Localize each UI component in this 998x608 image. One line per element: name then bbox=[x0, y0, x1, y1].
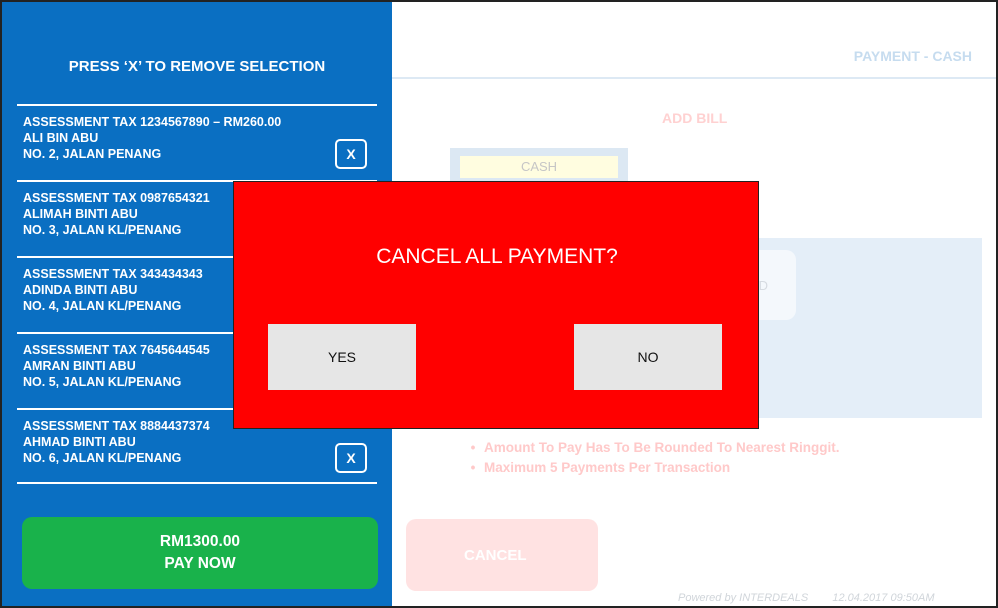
bill-address: NO. 6, JALAN KL/PENANG bbox=[23, 451, 182, 465]
page-title: PAYMENT - CASH bbox=[853, 48, 972, 64]
cancel-confirm-dialog: CANCEL ALL PAYMENT? YES NO bbox=[233, 181, 759, 429]
sidebar-title: PRESS ‘X’ TO REMOVE SELECTION bbox=[68, 58, 326, 75]
total-amount: RM1300.00 bbox=[159, 533, 241, 550]
yes-button[interactable]: YES bbox=[268, 324, 416, 390]
remove-bill-button[interactable]: X bbox=[335, 443, 367, 473]
pay-now-button[interactable]: RM1300.00 PAY NOW bbox=[22, 517, 378, 589]
bill-tax-line: ASSESSMENT TAX 1234567890 – RM260.00 bbox=[23, 115, 282, 129]
cancel-button[interactable]: CANCEL bbox=[406, 519, 598, 591]
cash-option[interactable]: CASH bbox=[460, 156, 618, 178]
bill-address: NO. 2, JALAN PENANG bbox=[23, 147, 162, 161]
app-frame: PRESS ‘X’ TO REMOVE SELECTION ASSESSMENT… bbox=[0, 0, 998, 608]
bill-owner-name: ALI BIN ABU bbox=[23, 131, 99, 145]
payment-notes: Amount To Pay Has To Be Rounded To Neare… bbox=[462, 438, 840, 478]
no-button[interactable]: NO bbox=[574, 324, 722, 390]
powered-by-text: Powered by INTERDEALS bbox=[678, 592, 809, 604]
footer-datetime: 12.04.2017 09:50AM bbox=[832, 592, 935, 604]
pay-now-label: PAY NOW bbox=[164, 555, 236, 572]
note-item: Amount To Pay Has To Be Rounded To Neare… bbox=[462, 438, 840, 458]
remove-bill-button[interactable]: X bbox=[335, 139, 367, 169]
note-item: Maximum 5 Payments Per Transaction bbox=[462, 458, 840, 478]
add-bill-link[interactable]: ADD BILL bbox=[662, 110, 727, 126]
bill-owner-name: AHMAD BINTI ABU bbox=[23, 435, 136, 449]
header-divider bbox=[392, 77, 996, 79]
footer: Powered by INTERDEALS 12.04.2017 09:50AM bbox=[678, 592, 934, 604]
dialog-title: CANCEL ALL PAYMENT? bbox=[376, 245, 618, 268]
bill-item: ASSESSMENT TAX 1234567890 – RM260.00 ALI… bbox=[17, 104, 377, 180]
